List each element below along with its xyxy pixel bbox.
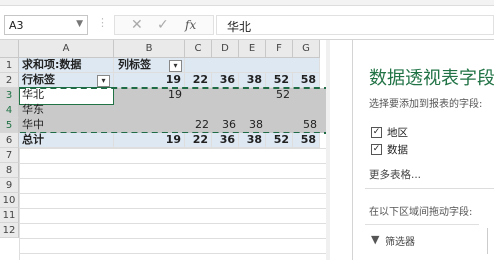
field-checkbox-data[interactable]: ✓ xyxy=(371,144,382,155)
row-header-12[interactable]: 12 xyxy=(0,223,19,238)
pivot-total-cell[interactable]: 58 xyxy=(293,133,320,148)
pivot-total-cell[interactable]: 19 xyxy=(114,133,185,148)
pivot-value-cell[interactable] xyxy=(114,118,185,133)
pivot-grand-total-label[interactable]: 总计 xyxy=(19,133,114,148)
name-box-value: A3 xyxy=(9,19,24,32)
pivot-value-cell[interactable] xyxy=(239,88,266,103)
column-label-value[interactable]: 52 xyxy=(266,73,293,88)
formula-value: 华北 xyxy=(227,20,252,34)
column-label-value[interactable]: 36 xyxy=(212,73,239,88)
insert-function-icon[interactable]: fx xyxy=(185,18,196,32)
column-label-value[interactable]: 22 xyxy=(185,73,212,88)
row-header-10[interactable]: 10 xyxy=(0,193,19,208)
vertical-scrollbar[interactable] xyxy=(326,40,330,260)
confirm-icon[interactable]: ✓ xyxy=(157,17,169,33)
row-header-5[interactable]: 5 xyxy=(0,118,19,133)
column-header-e[interactable]: E xyxy=(239,40,266,58)
pivot-value-cell[interactable]: 52 xyxy=(266,88,293,103)
column-header-c[interactable]: C xyxy=(185,40,212,58)
chevron-down-icon[interactable]: ▼ xyxy=(76,19,83,29)
row-header-2[interactable]: 2 xyxy=(0,73,19,88)
name-box[interactable]: A3 ▼ xyxy=(4,15,88,35)
filter-icon: ▼ xyxy=(371,233,380,246)
column-header-g[interactable]: G xyxy=(293,40,320,58)
pivot-value-cell[interactable]: 58 xyxy=(293,118,320,133)
pivot-value-cell[interactable] xyxy=(212,88,239,103)
column-label-value[interactable]: 38 xyxy=(239,73,266,88)
column-header-a[interactable]: A xyxy=(19,40,114,58)
pivot-value-cell[interactable]: 38 xyxy=(239,118,266,133)
pivot-value-cell[interactable] xyxy=(293,88,320,103)
row-header-8[interactable]: 8 xyxy=(0,163,19,178)
field-checkbox-region[interactable]: ✓ xyxy=(371,127,382,138)
pivot-total-cell[interactable]: 36 xyxy=(212,133,239,148)
row-header-11[interactable]: 11 xyxy=(0,208,19,223)
formula-input[interactable]: 华北 xyxy=(216,15,494,35)
columns-area-edge xyxy=(487,228,494,254)
more-tables-link[interactable]: 更多表格... xyxy=(369,167,421,182)
row-header-9[interactable]: 9 xyxy=(0,178,19,193)
pivot-value-cell[interactable] xyxy=(185,88,212,103)
column-filter-dropdown-icon[interactable]: ▾ xyxy=(169,60,182,72)
pivot-row-item-label[interactable]: 华北 xyxy=(19,88,114,103)
row-filter-dropdown-icon[interactable]: ▾ xyxy=(97,75,110,87)
pivot-value-cell[interactable]: 22 xyxy=(185,118,212,133)
column-header-f[interactable]: F xyxy=(266,40,293,58)
pivot-total-cell[interactable]: 52 xyxy=(266,133,293,148)
row-header-7[interactable]: 7 xyxy=(0,148,19,163)
row-header-6[interactable]: 6 xyxy=(0,133,19,148)
field-label-data[interactable]: 数据 xyxy=(387,142,408,157)
pane-title: 数据透视表字段 xyxy=(369,68,494,89)
worksheet-grid[interactable]: A B C D E F G 1 2 3 4 5 6 7 8 9 10 11 12… xyxy=(0,40,330,260)
filters-area[interactable]: ▼ 筛选器 xyxy=(365,224,479,254)
pivot-value-cell[interactable] xyxy=(266,118,293,133)
pivot-value-cell[interactable]: 36 xyxy=(212,118,239,133)
row-header-3[interactable]: 3 xyxy=(0,88,19,103)
column-label-value[interactable]: 19 xyxy=(114,73,185,88)
column-header-d[interactable]: D xyxy=(212,40,239,58)
pivot-row-item-label[interactable]: 华中 xyxy=(19,118,114,133)
row-header-1[interactable]: 1 xyxy=(0,58,19,73)
formula-separator-icon: ⋮ xyxy=(97,16,109,29)
pivot-values-header[interactable]: 求和项:数据 xyxy=(19,58,114,73)
column-header-b[interactable]: B xyxy=(114,40,185,58)
copy-marquee-top xyxy=(20,87,330,89)
column-label-value[interactable]: 58 xyxy=(293,73,320,88)
formula-buttons: ✕ ✓ fx xyxy=(114,15,214,35)
row-header-4[interactable]: 4 xyxy=(0,103,19,118)
field-label-region[interactable]: 地区 xyxy=(387,125,408,140)
filters-area-label: 筛选器 xyxy=(385,237,415,248)
pivot-total-cell[interactable]: 38 xyxy=(239,133,266,148)
pivot-header-fill xyxy=(185,58,320,73)
pivot-value-cell[interactable]: 19 xyxy=(114,88,185,103)
formula-bar: A3 ▼ ⋮ ✕ ✓ fx 华北 xyxy=(0,6,494,40)
select-all-corner[interactable] xyxy=(0,40,19,58)
pivot-total-cell[interactable]: 22 xyxy=(185,133,212,148)
pivot-row-item-label[interactable]: 华东 xyxy=(19,103,114,118)
empty-cells[interactable] xyxy=(19,148,326,260)
pane-subtitle: 选择要添加到报表的字段: xyxy=(369,99,483,110)
areas-hint: 在以下区域间拖动字段: xyxy=(369,207,473,218)
cancel-icon[interactable]: ✕ xyxy=(131,17,143,33)
pivot-fields-pane: 数据透视表字段 选择要添加到报表的字段: ✓ 地区 ✓ 数据 更多表格... 在… xyxy=(352,40,494,260)
pane-divider xyxy=(365,188,494,189)
